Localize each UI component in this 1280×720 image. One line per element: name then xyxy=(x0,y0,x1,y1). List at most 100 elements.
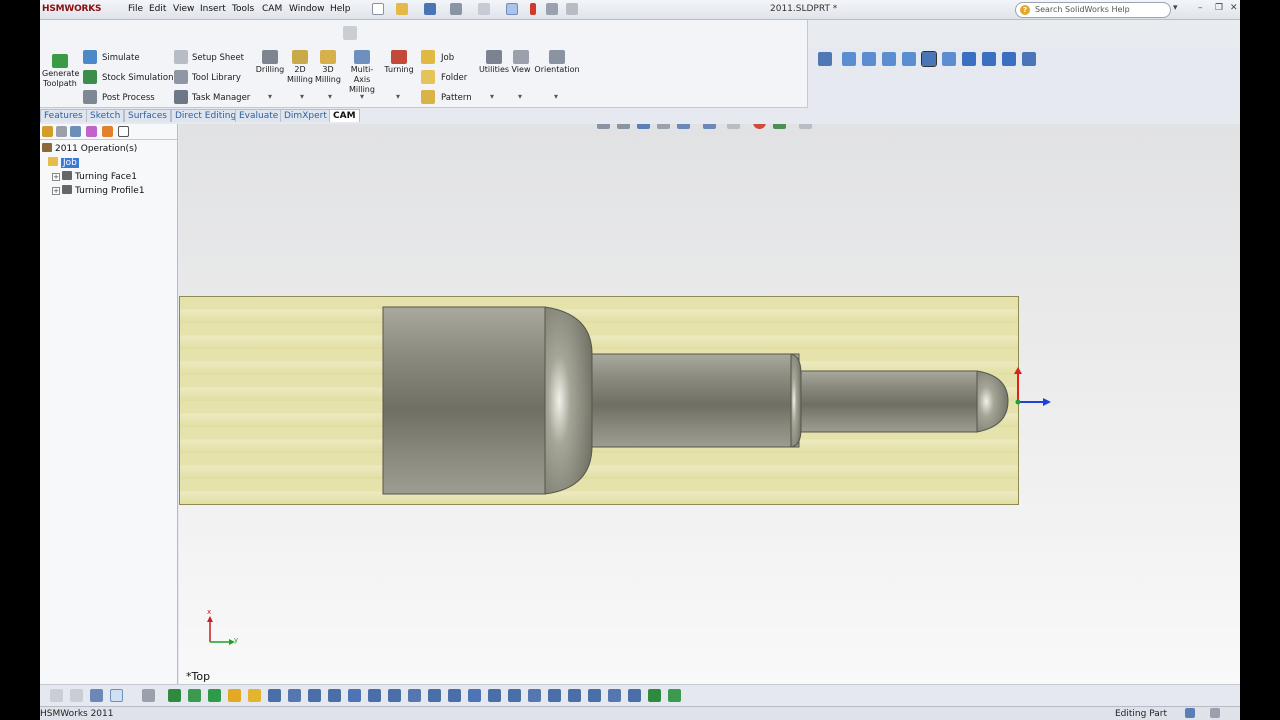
graphics-area[interactable]: – ❐ ✕ xyxy=(179,124,1240,684)
tab-dimxpert[interactable]: DimXpert xyxy=(280,109,331,122)
utilities-button[interactable]: Utilities xyxy=(478,50,510,75)
undo-icon[interactable] xyxy=(478,3,490,15)
toolpath-filter-icon[interactable] xyxy=(508,689,521,702)
toolpath-filter-icon[interactable] xyxy=(488,689,501,702)
menu-edit[interactable]: Edit xyxy=(149,4,166,14)
folder-button[interactable]: Folder xyxy=(441,73,467,83)
toolpath-filter-icon[interactable] xyxy=(248,689,261,702)
dropdown-arrow-icon[interactable]: ▾ xyxy=(360,92,364,101)
toolpath-filter-icon[interactable] xyxy=(628,689,641,702)
menu-file[interactable]: File xyxy=(128,4,143,14)
search-input[interactable]: Search SolidWorks Help xyxy=(1015,2,1171,18)
toolpath-filter-icon[interactable] xyxy=(348,689,361,702)
normal-to-icon[interactable] xyxy=(818,52,832,66)
line-icon[interactable] xyxy=(343,26,357,40)
save-icon[interactable] xyxy=(424,3,436,15)
trimetric-view-icon[interactable] xyxy=(982,52,996,66)
property-manager-tab-icon[interactable] xyxy=(56,126,67,137)
toolpath-filter-icon[interactable] xyxy=(168,689,181,702)
toolpath-filter-icon[interactable] xyxy=(528,689,541,702)
menu-view[interactable]: View xyxy=(173,4,194,14)
select-tool-icon[interactable] xyxy=(110,689,123,702)
clear-filter-icon[interactable] xyxy=(70,689,83,702)
tab-surfaces[interactable]: Surfaces xyxy=(124,109,171,122)
3d-milling-button[interactable]: 3D Milling xyxy=(314,50,342,85)
select-icon[interactable] xyxy=(506,3,518,15)
toolpath-filter-icon[interactable] xyxy=(328,689,341,702)
tab-direct-editing[interactable]: Direct Editing xyxy=(171,109,241,122)
toolpath-filter-icon[interactable] xyxy=(648,689,661,702)
toggle-select-icon[interactable] xyxy=(142,689,155,702)
dropdown-arrow-icon[interactable]: ▾ xyxy=(554,92,558,101)
generate-toolpath-button[interactable]: Generate Toolpath xyxy=(42,54,79,89)
cam-tab-icon[interactable] xyxy=(102,126,113,137)
toolpath-filter-icon[interactable] xyxy=(568,689,581,702)
menu-help[interactable]: Help xyxy=(330,4,351,14)
minimize-icon[interactable]: – xyxy=(1198,3,1203,13)
tree-item-turning-profile[interactable]: + Turning Profile1 xyxy=(52,185,145,196)
expand-icon[interactable]: + xyxy=(52,173,60,181)
dropdown-arrow-icon[interactable]: ▾ xyxy=(490,92,494,101)
options-dropdown-icon[interactable] xyxy=(566,3,578,15)
rebuild-icon[interactable] xyxy=(530,3,536,15)
view-button[interactable]: View xyxy=(510,50,532,75)
open-folder-icon[interactable] xyxy=(396,3,408,15)
toolpath-filter-icon[interactable] xyxy=(208,689,221,702)
bottom-view-icon[interactable] xyxy=(942,52,956,66)
toolpath-filter-icon[interactable] xyxy=(408,689,421,702)
back-view-icon[interactable] xyxy=(862,52,876,66)
simulate-button[interactable]: Simulate xyxy=(102,53,140,63)
search-dropdown-icon[interactable]: ▾ xyxy=(1173,3,1178,13)
units-icon[interactable] xyxy=(1185,708,1195,718)
dropdown-arrow-icon[interactable]: ▾ xyxy=(328,92,332,101)
filter-icon[interactable] xyxy=(118,126,129,137)
toolpath-filter-icon[interactable] xyxy=(308,689,321,702)
toolpath-filter-icon[interactable] xyxy=(548,689,561,702)
post-process-button[interactable]: Post Process xyxy=(102,93,155,103)
dropdown-arrow-icon[interactable]: ▾ xyxy=(396,92,400,101)
turning-button[interactable]: Turning xyxy=(382,50,416,75)
toolpath-filter-icon[interactable] xyxy=(288,689,301,702)
toolpath-filter-icon[interactable] xyxy=(268,689,281,702)
menu-cam[interactable]: CAM xyxy=(262,4,282,14)
front-view-icon[interactable] xyxy=(842,52,856,66)
tab-sketch[interactable]: Sketch xyxy=(86,109,125,122)
new-document-icon[interactable] xyxy=(372,3,384,15)
stock-simulation-button[interactable]: Stock Simulation xyxy=(102,73,174,83)
toolpath-filter-icon[interactable] xyxy=(468,689,481,702)
job-button[interactable]: Job xyxy=(441,53,454,63)
toolpath-filter-icon[interactable] xyxy=(228,689,241,702)
tree-root[interactable]: 2011 Operation(s) xyxy=(42,143,137,154)
toolpath-filter-icon[interactable] xyxy=(428,689,441,702)
tool-library-button[interactable]: Tool Library xyxy=(192,73,241,83)
isometric-view-icon[interactable] xyxy=(962,52,976,66)
toolpath-filter-icon[interactable] xyxy=(368,689,381,702)
dropdown-arrow-icon[interactable]: ▾ xyxy=(300,92,304,101)
tree-item-turning-face[interactable]: + Turning Face1 xyxy=(52,171,137,182)
2d-milling-button[interactable]: 2D Milling xyxy=(286,50,314,85)
toolpath-filter-icon[interactable] xyxy=(668,689,681,702)
drilling-button[interactable]: Drilling xyxy=(254,50,286,75)
close-icon[interactable]: ✕ xyxy=(1230,3,1238,13)
tree-item-job[interactable]: Job xyxy=(48,157,79,168)
left-view-icon[interactable] xyxy=(882,52,896,66)
view-selector-icon[interactable] xyxy=(1022,52,1036,66)
feature-tree-tab-icon[interactable] xyxy=(42,126,53,137)
toolpath-filter-icon[interactable] xyxy=(388,689,401,702)
dimetric-view-icon[interactable] xyxy=(1002,52,1016,66)
menu-insert[interactable]: Insert xyxy=(200,4,226,14)
toolpath-filter-icon[interactable] xyxy=(188,689,201,702)
menu-tools[interactable]: Tools xyxy=(232,4,254,14)
expand-icon[interactable]: + xyxy=(52,187,60,195)
multi-axis-milling-button[interactable]: Multi-Axis Milling xyxy=(343,50,381,95)
options-icon[interactable] xyxy=(546,3,558,15)
setup-sheet-button[interactable]: Setup Sheet xyxy=(192,53,244,63)
dropdown-arrow-icon[interactable]: ▾ xyxy=(268,92,272,101)
toolpath-filter-icon[interactable] xyxy=(608,689,621,702)
toolpath-filter-icon[interactable] xyxy=(448,689,461,702)
dimxpert-tab-icon[interactable] xyxy=(86,126,97,137)
configuration-manager-tab-icon[interactable] xyxy=(70,126,81,137)
orientation-button[interactable]: Orientation xyxy=(534,50,580,75)
tab-features[interactable]: Features xyxy=(40,109,87,122)
print-icon[interactable] xyxy=(450,3,462,15)
